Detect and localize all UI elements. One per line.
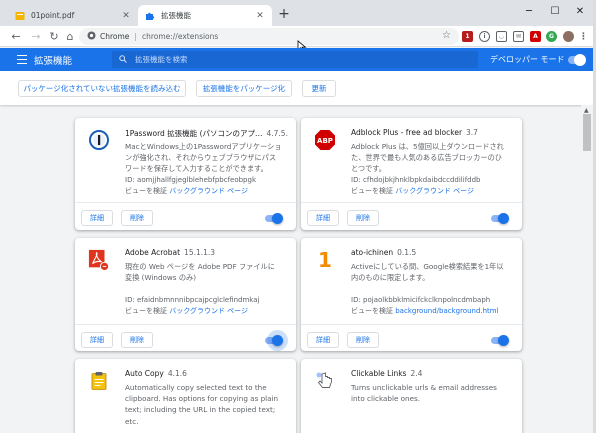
new-tab-button[interactable]: + (277, 6, 291, 22)
adblock-abp-icon: ABP (314, 129, 336, 151)
clipboard-icon (88, 370, 110, 392)
extension-card: Clickable Links 2.4 Turns unclickable url… (301, 359, 522, 433)
pdf-icon (15, 11, 25, 21)
background-page-link[interactable]: バックグラウンド ページ (169, 187, 248, 195)
extension-name: Adobe Acrobat 15.1.1.3 (125, 248, 216, 257)
svg-text:ABP: ABP (317, 137, 333, 145)
extensions-header: 拡張機能 デベロッパー モード (0, 48, 596, 71)
load-unpacked-button[interactable]: パッケージ化されていない拡張機能を読み込む (18, 80, 186, 97)
extension-id: ID: pojaolkbbklmicifckclknpolncdmbaph (351, 296, 491, 304)
card-footer: 詳細 削除 (301, 324, 522, 351)
card-footer: 詳細 削除 (75, 202, 296, 230)
extension-description: 現在の Web ページを Adobe PDF ファイルに変換 (Windows … (125, 262, 275, 283)
hamburger-menu-icon[interactable] (17, 55, 27, 64)
tab-strip: 01point.pdf ✕ 拡張機能 ✕ + ─ ☐ ✕ (0, 0, 596, 26)
search-box[interactable] (112, 51, 478, 68)
search-input[interactable] (135, 55, 435, 64)
extension-card: Adobe Acrobat 15.1.1.3 現在の Web ページを Adobe… (75, 238, 296, 351)
extension-name: ato-ichinen 0.1.5 (351, 248, 417, 257)
google-icon[interactable]: G (546, 31, 557, 42)
adobe-acrobat-icon (88, 249, 110, 271)
inspect-views: ビューを検証 バックグラウンド ページ (125, 187, 249, 195)
info-icon[interactable]: i (479, 31, 490, 42)
pocket-icon[interactable]: ◡ (496, 31, 507, 42)
details-button[interactable]: 詳細 (307, 332, 339, 348)
adblock-icon[interactable]: A (530, 31, 541, 42)
background-page-link[interactable]: background/background.html (395, 307, 498, 315)
background-page-link[interactable]: バックグラウンド ページ (169, 307, 248, 315)
extension-id: ID: efaidnbmnnnibpcajpcglclefindmkaj (125, 296, 260, 304)
minimize-icon[interactable]: ─ (518, 0, 540, 22)
extension-card: 1 ato-ichinen 0.1.5 Activeにしている間、Google検索… (301, 238, 522, 351)
extension-name: Clickable Links 2.4 (351, 369, 423, 378)
scrollbar[interactable] (581, 105, 593, 433)
forward-icon[interactable]: → (28, 28, 44, 44)
extension-card: ABP Adblock Plus - free ad blocker 3.7 Ad… (301, 118, 522, 230)
enable-toggle[interactable] (491, 212, 509, 224)
extension-name: Auto Copy 4.1.6 (125, 369, 187, 378)
tab-pdf[interactable]: 01point.pdf ✕ (8, 5, 138, 26)
details-button[interactable]: 詳細 (307, 210, 339, 226)
update-button[interactable]: 更新 (302, 80, 336, 97)
tab-title: 01point.pdf (31, 11, 75, 20)
pack-extension-button[interactable]: 拡張機能をパッケージ化 (196, 80, 292, 97)
inspect-views: ビューを検証 バックグラウンド ページ (125, 307, 249, 315)
extension-id: ID: aomjjhallfgjeglblehebfpbcfeobpgk (125, 176, 257, 184)
card-footer: 詳細 削除 (301, 202, 522, 230)
remove-button[interactable]: 削除 (347, 210, 379, 226)
extension-description: Automatically copy selected text to the … (125, 383, 279, 426)
chrome-icon (87, 31, 96, 42)
omnibox-chip: Chrome (100, 32, 130, 41)
search-icon (119, 54, 127, 65)
remove-button[interactable]: 削除 (121, 210, 153, 226)
puzzle-icon (145, 11, 155, 21)
mail-icon[interactable]: ✉ (513, 31, 524, 42)
enable-toggle[interactable] (265, 212, 283, 224)
inspect-views: ビューを検証 バックグラウンド ページ (351, 187, 475, 195)
omnibox[interactable]: Chrome | chrome://extensions ☆ (79, 28, 459, 45)
extension-description: MacとWindows上の1Passwordアプリケーションが強化され、それから… (125, 142, 282, 174)
details-button[interactable]: 詳細 (81, 332, 113, 348)
tab-extensions[interactable]: 拡張機能 ✕ (138, 5, 272, 26)
extension-id: ID: cfhdojbkjhnklbpkdaibdccddilifddb (351, 176, 481, 184)
remove-button[interactable]: 削除 (347, 332, 379, 348)
enable-toggle[interactable] (491, 334, 509, 346)
scrollbar-thumb[interactable] (583, 114, 591, 151)
details-button[interactable]: 詳細 (81, 210, 113, 226)
maximize-icon[interactable]: ☐ (544, 0, 566, 22)
enable-toggle[interactable] (265, 329, 288, 351)
extension-card: 1Password 拡張機能 (パソコンのアプ…4.7.5.90 MacとWin… (75, 118, 296, 230)
omnibox-url: chrome://extensions (141, 32, 219, 41)
close-window-icon[interactable]: ✕ (569, 0, 591, 22)
dev-mode-label: デベロッパー モード (490, 55, 565, 64)
number-one-icon: 1 (318, 248, 332, 272)
remove-button[interactable]: 削除 (121, 332, 153, 348)
1password-icon (88, 129, 110, 151)
pointing-hand-icon (314, 370, 336, 392)
1password-icon[interactable]: 1 (462, 31, 473, 42)
extension-description: Turns unclickable urls & email addresses… (351, 383, 497, 404)
card-footer: 詳細 削除 (75, 324, 296, 351)
scroll-up-arrow-icon[interactable]: ▲ (584, 107, 589, 114)
home-icon[interactable]: ⌂ (62, 28, 78, 44)
omnibox-separator: | (134, 32, 137, 41)
close-icon[interactable]: ✕ (121, 11, 131, 21)
inspect-views: ビューを検証 background/background.html (351, 307, 499, 315)
page-title: 拡張機能 (34, 56, 73, 67)
back-icon[interactable]: ← (8, 28, 24, 44)
extension-name: Adblock Plus - free ad blocker 3.7 (351, 128, 478, 137)
star-icon[interactable]: ☆ (442, 30, 451, 41)
extension-description: Adblock Plus は、5億回以上ダウンロードされた、世界で最も人気のある… (351, 142, 504, 174)
avatar[interactable] (563, 31, 574, 42)
developer-action-bar: パッケージ化されていない拡張機能を読み込む 拡張機能をパッケージ化 更新 (0, 71, 596, 105)
extension-card: Auto Copy 4.1.6 Automatically copy select… (75, 359, 296, 433)
reload-icon[interactable]: ↻ (46, 28, 62, 44)
extension-description: Activeにしている間、Google検索結果を1年以内のものに限定します。 (351, 262, 504, 283)
dev-mode-toggle[interactable] (568, 54, 586, 66)
menu-icon[interactable]: ⋮ (578, 31, 589, 42)
extension-name: 1Password 拡張機能 (パソコンのアプ…4.7.5.90 (125, 129, 288, 138)
tab-title: 拡張機能 (161, 11, 191, 20)
close-icon[interactable]: ✕ (255, 11, 265, 21)
background-page-link[interactable]: バックグラウンド ページ (395, 187, 474, 195)
